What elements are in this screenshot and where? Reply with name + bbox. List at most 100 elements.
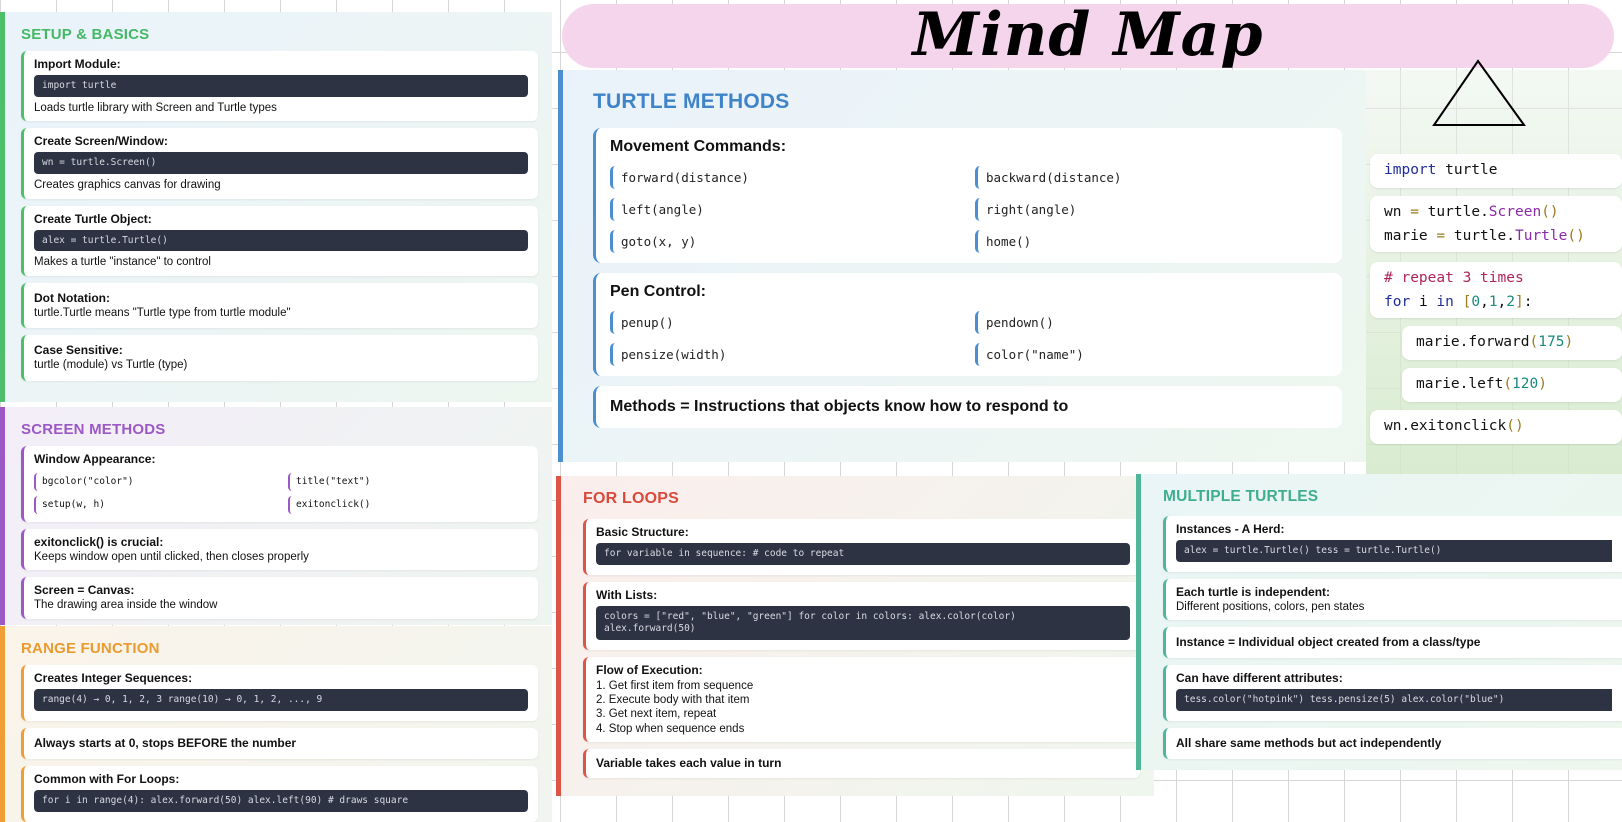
card-text: The drawing area inside the window xyxy=(34,599,218,612)
card-heading: Each turtle is independent: xyxy=(1176,584,1331,599)
case-sensitive-card: Case Sensitive: turtle (module) vs Turtl… xyxy=(21,335,538,381)
exitonclick-card: exitonclick() is crucial: Keeps window o… xyxy=(21,528,538,571)
card-heading: Common with For Loops: xyxy=(34,771,180,786)
code-block: tess.color("hotpink") tess.pensize(5) al… xyxy=(1176,689,1612,712)
card-heading: With Lists: xyxy=(596,587,658,602)
card-text: Loads turtle library with Screen and Tur… xyxy=(34,101,277,114)
movement-commands-card: Movement Commands: forward(distance) bac… xyxy=(593,128,1342,263)
code-forward-line: marie.forward(175) xyxy=(1402,326,1622,360)
instances-herd-card: Instances - A Herd: alex = turtle.Turtle… xyxy=(1163,516,1622,572)
card-heading: Window Appearance: xyxy=(34,452,156,466)
code-import-line: import turtle xyxy=(1370,154,1622,188)
number: 2 xyxy=(1506,294,1516,310)
code-text: wn.exitonclick xyxy=(1384,418,1507,434)
share-methods-card: All share same methods but act independe… xyxy=(1163,728,1622,760)
card-heading: Screen = Canvas: xyxy=(34,583,135,598)
code-text: marie xyxy=(1384,228,1428,244)
setup-title: SETUP & BASICS xyxy=(21,26,150,43)
screen-methods-grid: bgcolor("color") title("text") setup(w, … xyxy=(34,473,528,514)
method-chip: title("text") xyxy=(288,473,528,491)
method-chip: backward(distance) xyxy=(975,166,1328,189)
multiple-turtles-title: MULTIPLE TURTLES xyxy=(1163,488,1319,505)
code-block: colors = ["red", "blue", "green"] for co… xyxy=(596,605,1130,640)
code-text: turtle xyxy=(1453,228,1507,244)
basic-structure-card: Basic Structure: for variable in sequenc… xyxy=(583,519,1140,575)
keyword: import xyxy=(1384,162,1437,178)
code-block: alex = turtle.Turtle() xyxy=(34,229,528,252)
triangle-drawing xyxy=(1432,59,1526,126)
for-loops-panel: FOR LOOPS Basic Structure: for variable … xyxy=(556,476,1154,796)
card-text: turtle.Turtle means "Turtle type from tu… xyxy=(34,306,291,319)
code-block: wn = turtle.Screen() xyxy=(34,152,528,175)
import-module-card: Import Module: import turtle Loads turtl… xyxy=(21,51,538,122)
card-heading: Import Module: xyxy=(34,57,121,71)
dot-notation-card: Dot Notation: turtle.Turtle means "Turtl… xyxy=(21,282,538,329)
flow-step: 4. Stop when sequence ends xyxy=(596,722,745,735)
function-name: Turtle xyxy=(1514,228,1568,244)
card-heading: Instances - A Herd: xyxy=(1176,522,1285,536)
multiple-turtles-panel: MULTIPLE TURTLES Instances - A Herd: ale… xyxy=(1136,474,1622,770)
independent-card: Each turtle is independent: Different po… xyxy=(1163,578,1622,621)
card-heading: Pen Control: xyxy=(610,283,706,300)
code-text: marie.forward xyxy=(1416,334,1530,350)
with-lists-card: With Lists: colors = ["red", "blue", "gr… xyxy=(583,581,1140,650)
card-heading: Basic Structure: xyxy=(596,525,689,539)
code-text: turtle xyxy=(1427,204,1481,220)
card-heading: Movement Commands: xyxy=(610,138,787,155)
card-heading: Always starts at 0, stops BEFORE the num… xyxy=(34,735,297,750)
turtle-methods-title: TURTLE METHODS xyxy=(593,90,790,113)
variable-turn-card: Variable takes each value in turn xyxy=(583,749,1140,779)
card-heading: Can have different attributes: xyxy=(1176,671,1343,686)
code-exit-line: wn.exitonclick() xyxy=(1370,410,1622,444)
number: 0 xyxy=(1471,294,1481,310)
instance-definition-card: Instance = Individual object created fro… xyxy=(1163,627,1622,659)
flow-execution-card: Flow of Execution: 1. Get first item fro… xyxy=(583,656,1140,743)
keyword: for xyxy=(1384,294,1411,310)
method-chip: color("name") xyxy=(975,343,1328,366)
code-text: i xyxy=(1418,294,1428,310)
method-chip: left(angle) xyxy=(610,198,963,221)
common-for-loops-card: Common with For Loops: for i in range(4)… xyxy=(21,765,538,822)
card-heading: All share same methods but act independe… xyxy=(1176,736,1442,751)
starts-at-zero-card: Always starts at 0, stops BEFORE the num… xyxy=(21,727,538,759)
card-heading: Create Screen/Window: xyxy=(34,134,168,149)
screen-methods-panel: SCREEN METHODS Window Appearance: bgcolo… xyxy=(0,407,552,625)
method-chip: pendown() xyxy=(975,311,1328,334)
number: 120 xyxy=(1512,376,1539,392)
range-function-panel: RANGE FUNCTION Creates Integer Sequences… xyxy=(0,626,552,822)
create-turtle-card: Create Turtle Object: alex = turtle.Turt… xyxy=(21,205,538,276)
code-text: turtle xyxy=(1436,162,1498,178)
method-chip: bgcolor("color") xyxy=(34,473,274,491)
integer-sequences-card: Creates Integer Sequences: range(4) → 0,… xyxy=(21,665,538,721)
method-chip: right(angle) xyxy=(975,198,1328,221)
code-comment: # repeat 3 times xyxy=(1384,270,1524,286)
method-chip: penup() xyxy=(610,311,963,334)
card-text: Creates graphics canvas for drawing xyxy=(34,179,221,192)
number: 1 xyxy=(1488,294,1498,310)
method-chip: home() xyxy=(975,230,1328,253)
method-chip: goto(x, y) xyxy=(610,230,963,253)
for-loops-title: FOR LOOPS xyxy=(583,490,680,507)
flow-step: 3. Get next item, repeat xyxy=(596,708,717,721)
card-heading: Case Sensitive: xyxy=(34,343,123,358)
card-heading: Create Turtle Object: xyxy=(34,211,152,226)
method-chip: forward(distance) xyxy=(610,166,963,189)
function-name: Screen xyxy=(1488,204,1542,220)
pen-control-card: Pen Control: penup() pendown() pensize(w… xyxy=(593,273,1342,376)
code-block: for variable in sequence: # code to repe… xyxy=(596,543,1130,565)
card-text: Different positions, colors, pen states xyxy=(1176,600,1365,613)
setup-basics-panel: SETUP & BASICS Import Module: import tur… xyxy=(0,12,552,402)
code-text: wn xyxy=(1384,204,1402,220)
card-heading: Dot Notation: xyxy=(34,290,110,305)
movement-grid: forward(distance) backward(distance) lef… xyxy=(610,166,1328,253)
keyword: in xyxy=(1436,294,1454,310)
code-left-line: marie.left(120) xyxy=(1402,368,1622,402)
number: 175 xyxy=(1538,334,1565,350)
methods-summary: Methods = Instructions that objects know… xyxy=(593,386,1342,428)
code-block: for i in range(4): alex.forward(50) alex… xyxy=(34,789,528,812)
code-block: alex = turtle.Turtle() tess = turtle.Tur… xyxy=(1176,540,1612,562)
different-attributes-card: Can have different attributes: tess.colo… xyxy=(1163,665,1622,722)
code-text: marie.left xyxy=(1416,376,1504,392)
turtle-methods-panel: TURTLE METHODS Movement Commands: forwar… xyxy=(558,70,1366,462)
range-title: RANGE FUNCTION xyxy=(21,640,160,657)
